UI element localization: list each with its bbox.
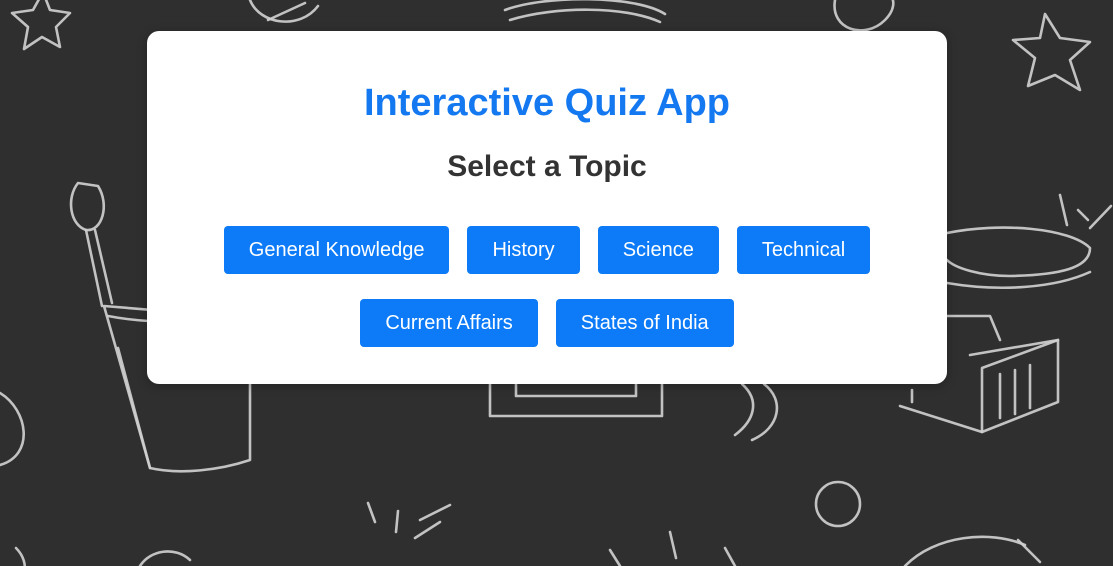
history-button[interactable]: History bbox=[467, 226, 580, 274]
current-affairs-button[interactable]: Current Affairs bbox=[360, 299, 538, 347]
topic-row-second: Current Affairs States of India bbox=[147, 299, 947, 347]
topic-row-first: General Knowledge History Science Techni… bbox=[147, 226, 947, 274]
states-of-india-button[interactable]: States of India bbox=[555, 299, 734, 347]
general-knowledge-button[interactable]: General Knowledge bbox=[223, 226, 450, 274]
technical-button[interactable]: Technical bbox=[736, 226, 871, 274]
quiz-topic-card: Interactive Quiz App Select a Topic Gene… bbox=[147, 31, 947, 384]
science-button[interactable]: Science bbox=[597, 226, 719, 274]
topic-button-grid: General Knowledge History Science Techni… bbox=[147, 226, 947, 372]
app-title: Interactive Quiz App bbox=[364, 82, 730, 124]
topic-heading: Select a Topic bbox=[447, 150, 647, 183]
